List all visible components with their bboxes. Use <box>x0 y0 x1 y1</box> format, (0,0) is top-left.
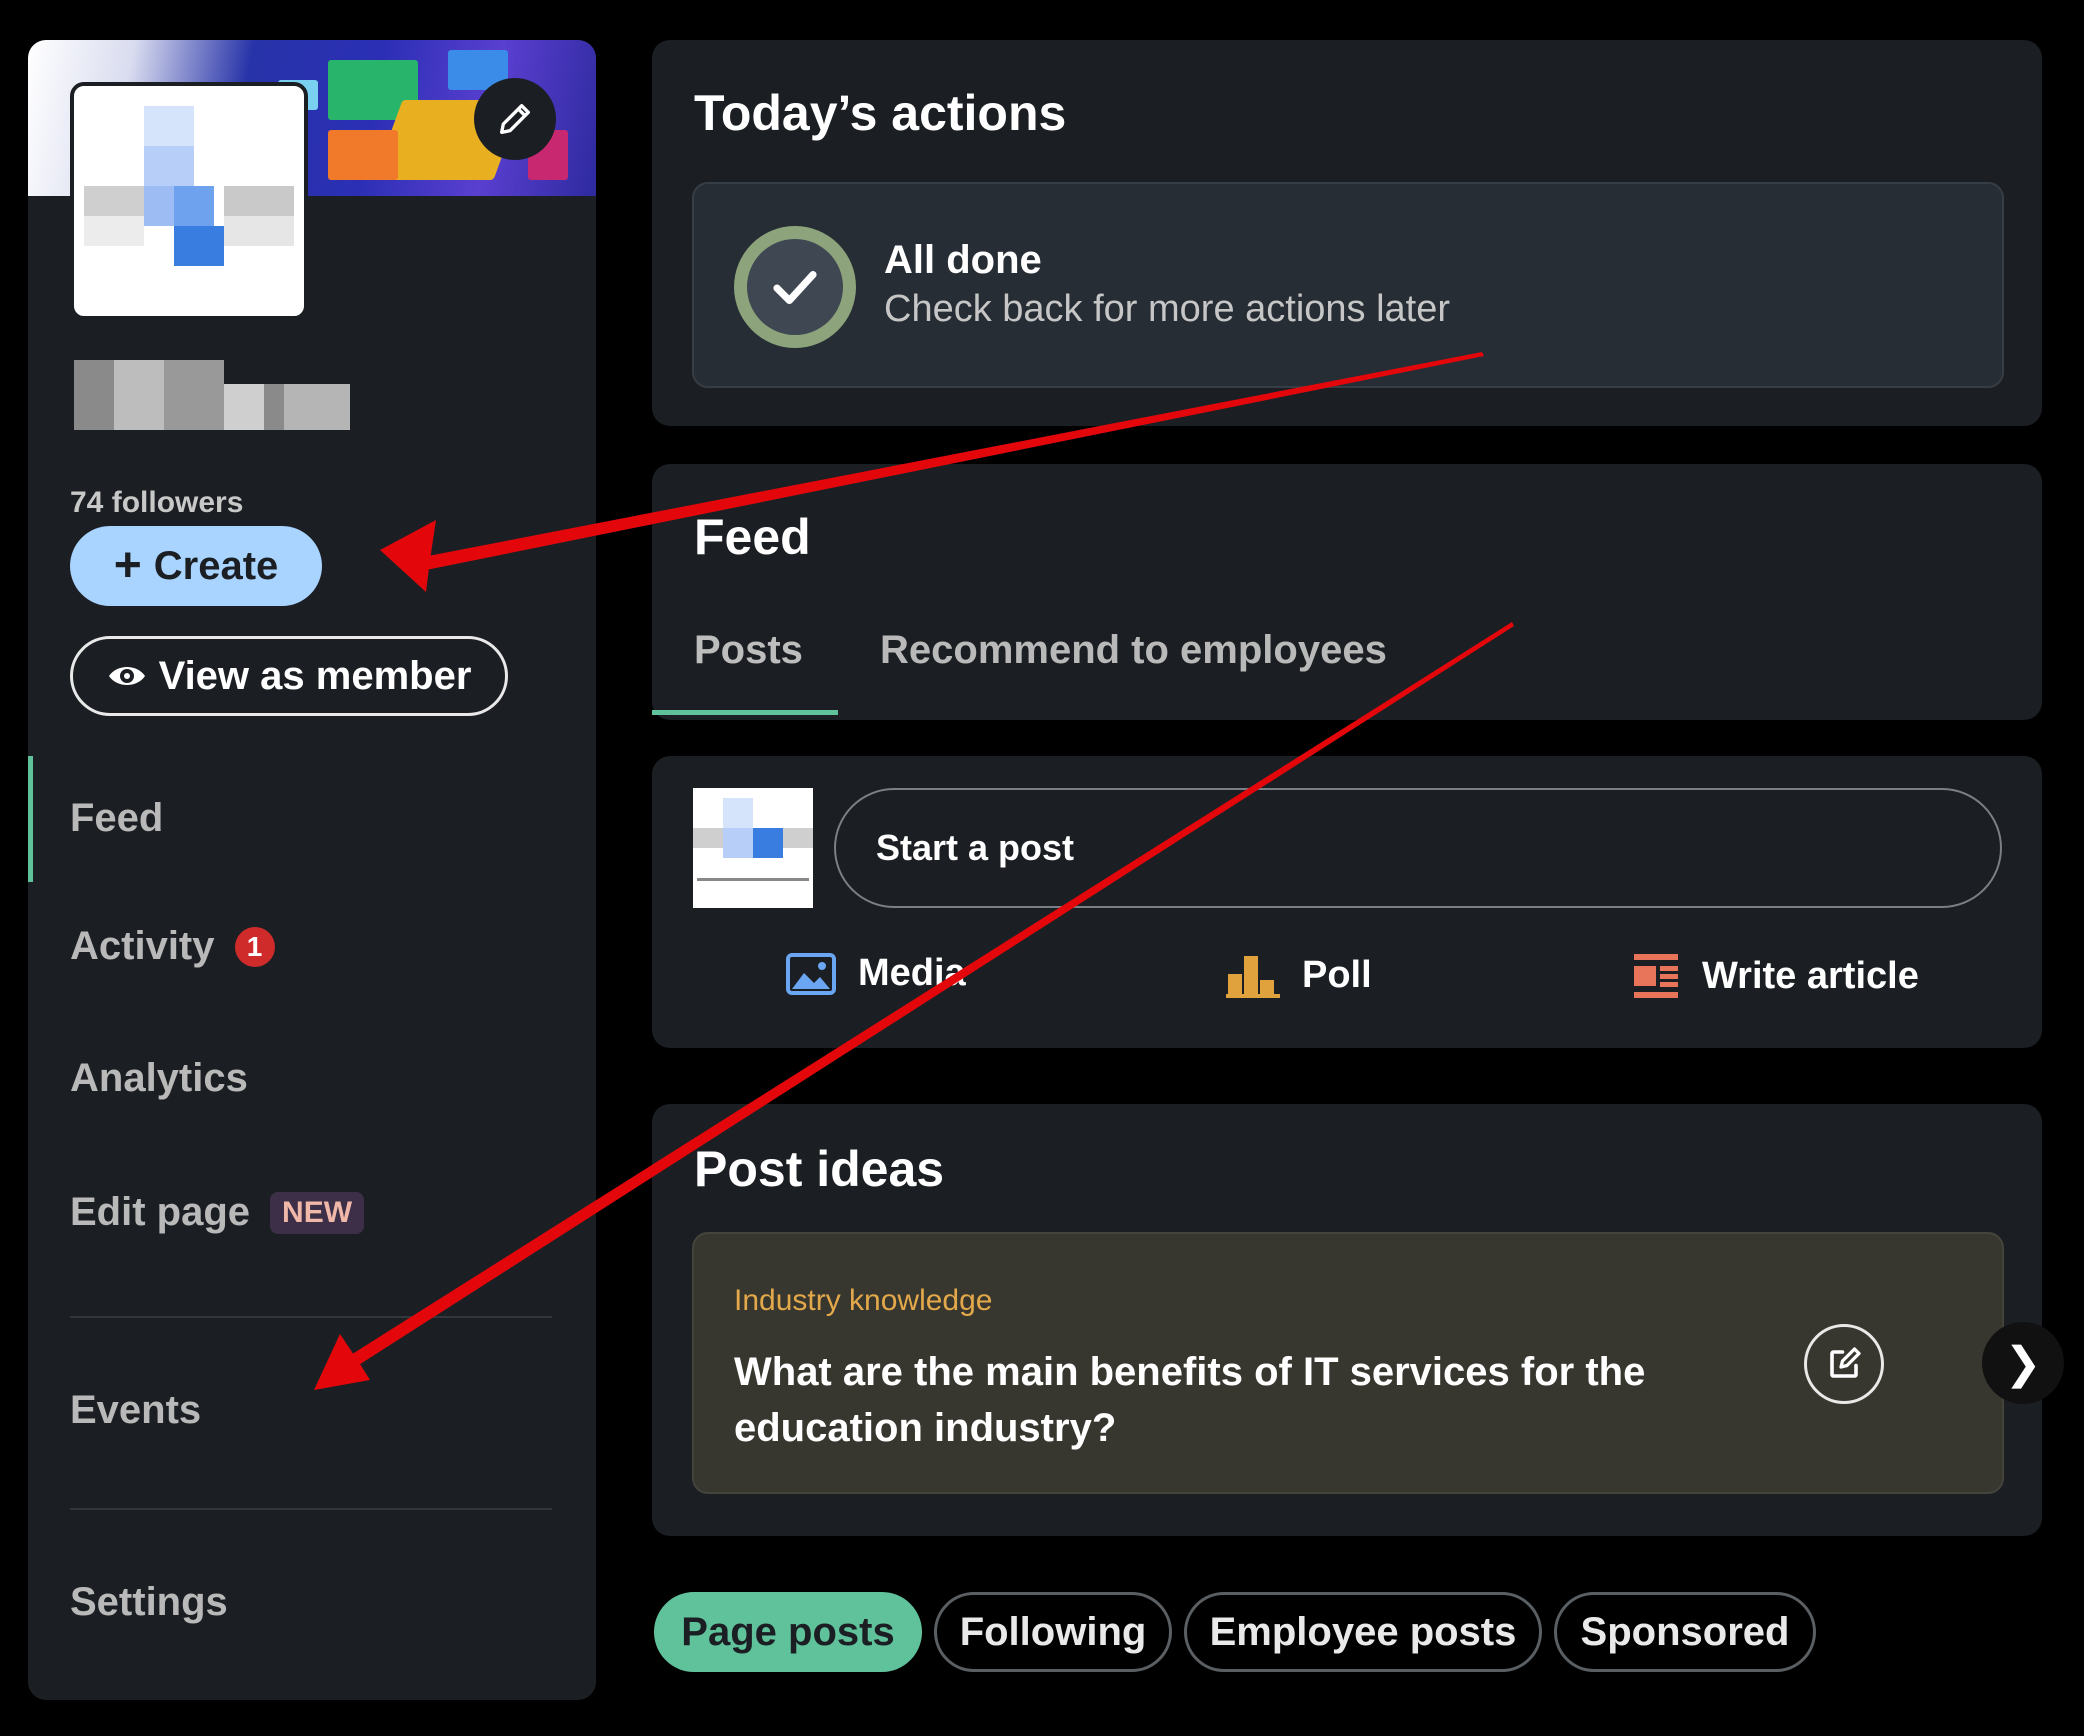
sidebar-item-activity[interactable]: Activity 1 <box>70 924 275 969</box>
nav-divider <box>70 1508 552 1510</box>
poll-icon <box>1226 956 1280 998</box>
write-article-button[interactable]: Write article <box>1632 952 1919 1000</box>
sidebar-item-label: Settings <box>70 1580 228 1624</box>
next-idea-button[interactable]: ❯ <box>1982 1322 2064 1404</box>
feed-title: Feed <box>694 509 811 565</box>
sidebar-item-analytics[interactable]: Analytics <box>70 1056 248 1101</box>
tab-recommend-to-employees[interactable]: Recommend to employees <box>880 628 1387 673</box>
all-done-title: All done <box>884 238 1042 282</box>
compose-icon <box>1830 1347 1861 1378</box>
all-done-panel: All done Check back for more actions lat… <box>692 182 2004 388</box>
article-icon <box>1634 954 1678 998</box>
plus-icon: + <box>113 539 142 592</box>
start-post-input[interactable]: Start a post <box>834 788 2002 908</box>
followers-count: 74 followers <box>70 486 244 519</box>
sidebar-item-label: Analytics <box>70 1056 248 1100</box>
avatar <box>693 788 813 908</box>
media-button[interactable]: Media <box>786 952 966 995</box>
feed-card: Feed Posts Recommend to employees <box>652 464 2042 720</box>
active-nav-indicator <box>28 756 33 882</box>
post-idea-item: Industry knowledge What are the main ben… <box>692 1232 2064 1494</box>
post-ideas-card: Post ideas Industry knowledge What are t… <box>652 1104 2064 1536</box>
compose-card: Start a post Media Poll Write article <box>652 756 2042 1048</box>
sidebar-item-events[interactable]: Events <box>70 1388 201 1433</box>
chevron-right-icon: ❯ <box>2004 1338 2042 1388</box>
idea-category: Industry knowledge <box>734 1284 993 1317</box>
todays-actions-card: Today’s actions All done Check back for … <box>652 40 2042 426</box>
sidebar-item-label: Activity <box>70 924 215 968</box>
nav-divider <box>70 1316 552 1318</box>
idea-question: What are the main benefits of IT service… <box>734 1350 1646 1450</box>
create-button[interactable]: + Create <box>70 526 322 606</box>
filter-page-posts[interactable]: Page posts <box>654 1592 922 1672</box>
sidebar-item-edit-page[interactable]: Edit page NEW <box>70 1190 365 1235</box>
company-name-redacted <box>74 360 350 430</box>
filter-following[interactable]: Following <box>934 1592 1172 1672</box>
media-label: Media <box>858 952 966 994</box>
tab-posts[interactable]: Posts <box>694 628 803 673</box>
write-article-label: Write article <box>1702 954 1919 997</box>
image-icon <box>786 952 836 995</box>
poll-label: Poll <box>1302 953 1372 996</box>
sidebar-item-feed[interactable]: Feed <box>70 796 163 841</box>
sidebar-item-label: Edit page <box>70 1190 251 1234</box>
active-tab-indicator <box>652 710 838 715</box>
create-label: Create <box>153 543 279 588</box>
new-badge: NEW <box>270 1191 365 1234</box>
post-ideas-title: Post ideas <box>694 1141 945 1197</box>
checkmark-icon <box>734 226 856 348</box>
filter-sponsored[interactable]: Sponsored <box>1554 1592 1816 1672</box>
view-as-member-button[interactable]: View as member <box>70 636 508 716</box>
sidebar-item-label: Feed <box>70 796 164 840</box>
edit-cover-button[interactable] <box>474 78 556 160</box>
all-done-subtitle: Check back for more actions later <box>884 288 1451 330</box>
eye-icon <box>108 667 145 685</box>
filter-employee-posts[interactable]: Employee posts <box>1184 1592 1542 1672</box>
write-idea-button[interactable] <box>1804 1324 1884 1404</box>
todays-actions-title: Today’s actions <box>694 85 1067 141</box>
page-sidebar: 74 followers + Create View as member Fee… <box>28 40 596 1700</box>
pencil-icon <box>500 104 530 134</box>
company-logo[interactable] <box>70 82 308 320</box>
sidebar-item-label: Events <box>70 1388 202 1432</box>
view-as-member-label: View as member <box>158 653 472 698</box>
poll-button[interactable]: Poll <box>1226 952 1372 998</box>
notification-badge: 1 <box>234 926 275 967</box>
sidebar-item-settings[interactable]: Settings <box>70 1580 228 1625</box>
